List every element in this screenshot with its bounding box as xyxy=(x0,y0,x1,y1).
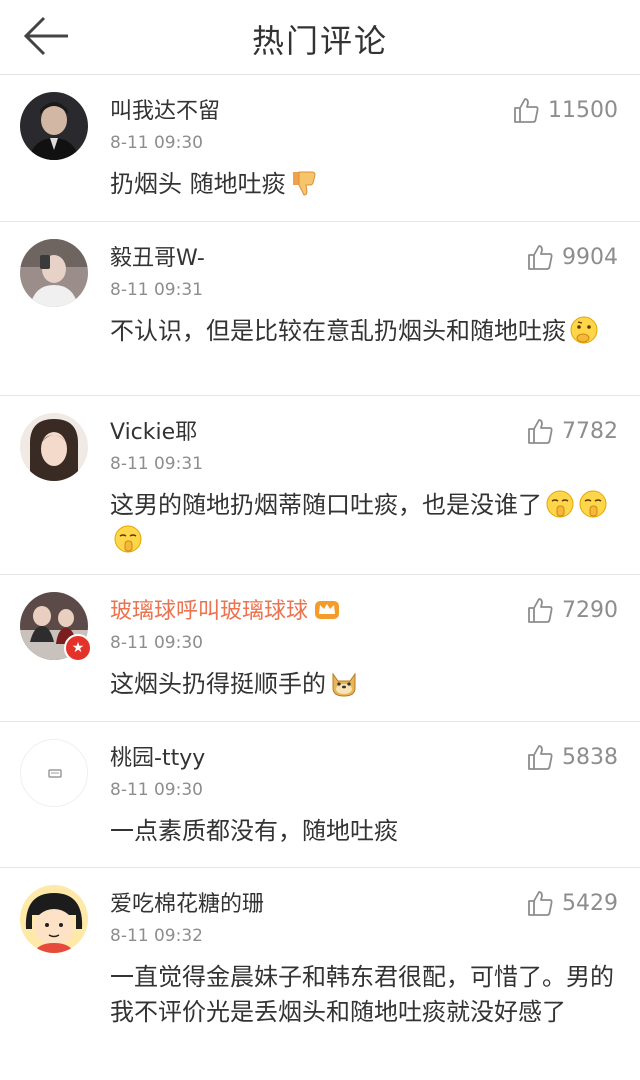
timestamp: 8-11 09:31 xyxy=(110,280,203,300)
thumbs-up-icon xyxy=(528,245,553,270)
comment-body: 这烟头扔得挺顺手的 xyxy=(110,670,326,698)
comment-list: 叫我达不留 8-11 09:30 11500 扔烟头 随地吐痰 毅丑哥W- 8-… xyxy=(0,75,640,1080)
thumbs-up-icon xyxy=(528,419,553,444)
like-count: 9904 xyxy=(562,244,618,270)
comment-item: Vickie耶 8-11 09:31 7782 这男的随地扔烟蒂随口吐痰，也是没… xyxy=(0,396,640,575)
like-count: 7290 xyxy=(562,597,618,623)
avatar[interactable] xyxy=(20,739,88,807)
username[interactable]: 爱吃棉花糖的珊 xyxy=(110,886,264,918)
comment-text: 扔烟头 随地吐痰 xyxy=(110,167,622,202)
timestamp: 8-11 09:30 xyxy=(110,133,203,153)
like-button[interactable]: 7290 xyxy=(526,595,618,625)
username[interactable]: 玻璃球呼叫玻璃球球 xyxy=(110,593,340,626)
username[interactable]: 毅丑哥W- xyxy=(110,240,205,272)
like-button[interactable]: 5838 xyxy=(526,742,618,772)
comment-text: 不认识，但是比较在意乱扔烟头和随地吐痰 xyxy=(110,314,622,349)
verified-badge-icon: ★ xyxy=(64,634,92,662)
shush-emoji xyxy=(545,489,575,519)
thinking-emoji xyxy=(569,315,599,345)
shush-emoji xyxy=(578,489,608,519)
thumbs-up-icon xyxy=(528,745,553,770)
comment-item: 桃园-ttyy 8-11 09:30 5838 一点素质都没有，随地吐痰 xyxy=(0,722,640,868)
like-button[interactable]: 9904 xyxy=(526,242,618,272)
thumbs-down-emoji xyxy=(289,168,319,198)
crown-icon xyxy=(314,598,340,626)
top-bar: 热门评论 xyxy=(0,0,640,75)
avatar[interactable] xyxy=(20,413,88,481)
thumbs-up-icon xyxy=(514,98,539,123)
shush-emoji xyxy=(113,524,143,554)
comment-body: 不认识，但是比较在意乱扔烟头和随地吐痰 xyxy=(110,317,566,345)
avatar[interactable] xyxy=(20,239,88,307)
avatar[interactable] xyxy=(20,92,88,160)
like-count: 5429 xyxy=(562,890,618,916)
avatar[interactable]: ★ xyxy=(20,592,92,662)
comment-text: 一点素质都没有，随地吐痰 xyxy=(110,814,622,849)
timestamp: 8-11 09:30 xyxy=(110,633,203,653)
avatar[interactable] xyxy=(20,885,88,953)
timestamp: 8-11 09:32 xyxy=(110,926,203,946)
comment-text: 这男的随地扔烟蒂随口吐痰，也是没谁了 xyxy=(110,488,622,558)
timestamp: 8-11 09:31 xyxy=(110,454,203,474)
comment-item: 爱吃棉花糖的珊 8-11 09:32 5429 一直觉得金晨妹子和韩东君很配，可… xyxy=(0,868,640,1080)
comment-item: 毅丑哥W- 8-11 09:31 9904 不认识，但是比较在意乱扔烟头和随地吐… xyxy=(0,222,640,396)
like-count: 11500 xyxy=(548,97,618,123)
like-button[interactable]: 5429 xyxy=(526,888,618,918)
thumbs-up-icon xyxy=(528,598,553,623)
comment-item: 叫我达不留 8-11 09:30 11500 扔烟头 随地吐痰 xyxy=(0,75,640,222)
like-button[interactable]: 7782 xyxy=(526,416,618,446)
doge-emoji xyxy=(329,668,359,698)
comment-body: 一点素质都没有，随地吐痰 xyxy=(110,817,398,845)
comment-body: 扔烟头 随地吐痰 xyxy=(110,170,286,198)
username[interactable]: 桃园-ttyy xyxy=(110,740,205,772)
comment-body: 这男的随地扔烟蒂随口吐痰，也是没谁了 xyxy=(110,491,542,519)
username[interactable]: Vickie耶 xyxy=(110,414,197,446)
like-button[interactable]: 11500 xyxy=(512,95,618,125)
username-text: 玻璃球呼叫玻璃球球 xyxy=(110,599,309,624)
comment-text: 这烟头扔得挺顺手的 xyxy=(110,667,622,702)
page-title: 热门评论 xyxy=(251,22,388,60)
comment-text: 一直觉得金晨妹子和韩东君很配，可惜了。男的我不评价光是丢烟头和随地吐痰就没好感了 xyxy=(110,960,622,1030)
thumbs-up-icon xyxy=(528,891,553,916)
comment-body: 一直觉得金晨妹子和韩东君很配，可惜了。男的我不评价光是丢烟头和随地吐痰就没好感了 xyxy=(110,963,614,1026)
like-count: 5838 xyxy=(562,744,618,770)
like-count: 7782 xyxy=(562,418,618,444)
timestamp: 8-11 09:30 xyxy=(110,780,203,800)
comment-item: ★ 玻璃球呼叫玻璃球球 8-11 09:30 7290 这烟头扔得挺顺手的 xyxy=(0,575,640,722)
username[interactable]: 叫我达不留 xyxy=(110,93,220,125)
